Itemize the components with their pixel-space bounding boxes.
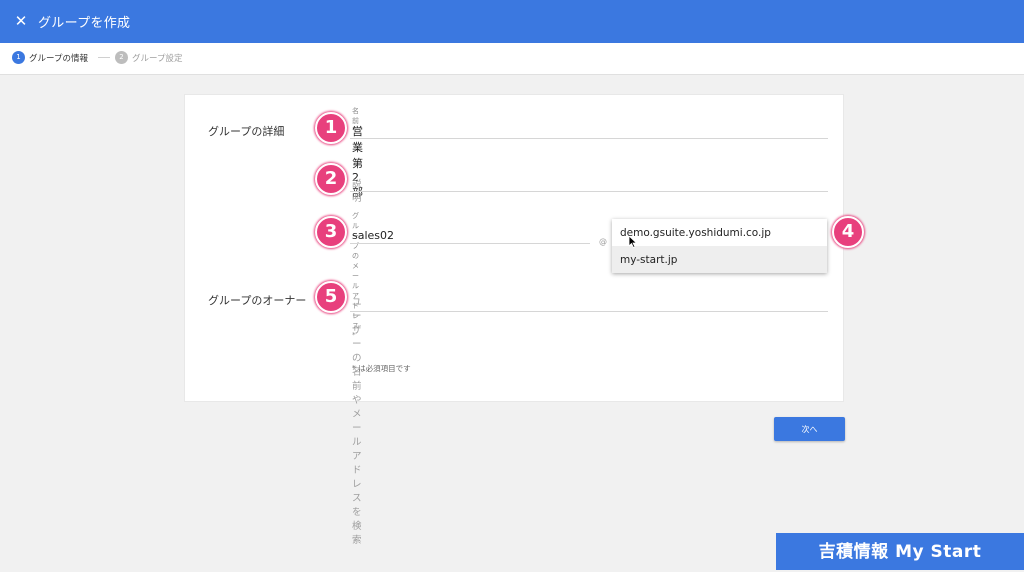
at-sign: @ [599, 237, 607, 246]
owner-search-placeholder[interactable]: ユーザーの名前やメールアドレスを検索 [352, 294, 362, 546]
step-divider [98, 57, 110, 58]
page-title: グループを作成 [38, 16, 131, 31]
annotation-badge-5: 5 [315, 281, 347, 313]
domain-option[interactable]: my-start.jp [612, 246, 827, 273]
step-number: 1 [12, 51, 25, 64]
owner-search-underline [350, 311, 828, 312]
name-field-underline [350, 138, 828, 139]
annotation-badge-2: 2 [315, 163, 347, 195]
email-field-value[interactable]: sales02 [352, 229, 394, 242]
annotation-badge-4: 4 [832, 216, 864, 248]
brand-watermark: 吉積情報 My Start [776, 533, 1024, 570]
step-group-info[interactable]: 1 グループの情報 [12, 51, 88, 64]
email-field-underline [350, 243, 590, 244]
stepper: 1 グループの情報 2 グループ設定 [0, 43, 1024, 75]
step-label: グループの情報 [29, 53, 88, 64]
description-underline [350, 191, 828, 192]
required-note: * は必須項目です [352, 364, 411, 373]
app-header: ✕ グループを作成 [0, 0, 1024, 43]
description-placeholder[interactable]: 説明 [352, 176, 362, 204]
mouse-cursor-icon [629, 236, 637, 248]
group-owner-label: グループのオーナー [208, 294, 307, 307]
close-icon[interactable]: ✕ [10, 10, 32, 32]
annotation-badge-3: 3 [315, 216, 347, 248]
domain-option[interactable]: demo.gsuite.yoshidumi.co.jp [612, 219, 827, 246]
annotation-badge-1: 1 [315, 112, 347, 144]
step-label: グループ設定 [132, 53, 183, 64]
step-group-settings[interactable]: 2 グループ設定 [115, 51, 183, 64]
group-details-label: グループの詳細 [208, 125, 285, 138]
step-number: 2 [115, 51, 128, 64]
next-button[interactable]: 次へ [774, 417, 845, 441]
domain-dropdown[interactable]: demo.gsuite.yoshidumi.co.jp my-start.jp [612, 219, 827, 273]
